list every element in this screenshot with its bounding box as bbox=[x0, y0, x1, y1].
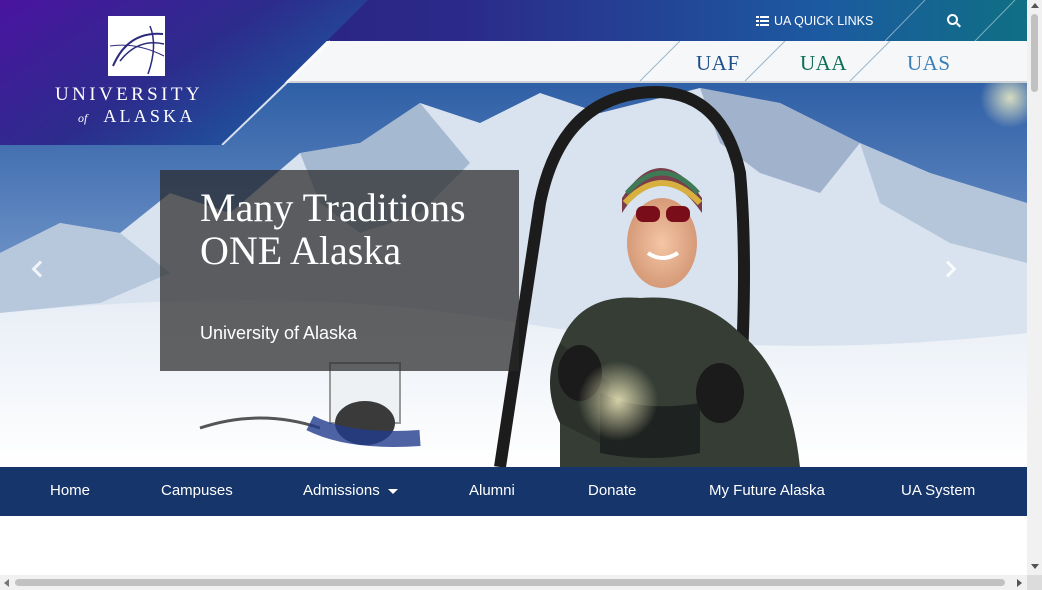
chevron-right-icon bbox=[939, 260, 957, 278]
hero-caption: Many Traditions ONE Alaska University of… bbox=[160, 170, 519, 371]
logo-of: of bbox=[78, 111, 88, 125]
nav-admissions-label: Admissions bbox=[303, 482, 380, 499]
vertical-scrollbar[interactable] bbox=[1027, 0, 1042, 575]
logo-wordmark-university: UNIVERSITY bbox=[55, 84, 203, 105]
nav-admissions[interactable]: Admissions bbox=[303, 482, 398, 499]
search-button[interactable] bbox=[940, 10, 964, 30]
nav-home[interactable]: Home bbox=[50, 482, 90, 499]
logo-wordmark-alaska: of ALASKA bbox=[78, 106, 196, 127]
horizontal-scroll-thumb[interactable] bbox=[15, 579, 1005, 586]
scroll-down-arrow-icon[interactable] bbox=[1031, 564, 1039, 569]
search-icon bbox=[947, 14, 958, 25]
scroll-left-arrow-icon[interactable] bbox=[4, 579, 9, 587]
main-navigation: Home Campuses Admissions Alumni Donate M… bbox=[0, 467, 1027, 516]
caret-down-icon bbox=[387, 488, 398, 494]
nav-alumni[interactable]: Alumni bbox=[469, 482, 515, 499]
vertical-scroll-thumb[interactable] bbox=[1031, 14, 1038, 92]
campus-link-uaf[interactable]: UAF bbox=[696, 51, 740, 76]
campus-link-uaa[interactable]: UAA bbox=[800, 51, 847, 76]
nav-donate[interactable]: Donate bbox=[588, 482, 636, 499]
page-viewport: UA QUICK LINKS UAF UAA UAS Many Traditio… bbox=[0, 0, 1027, 575]
logo-link[interactable]: UNIVERSITY of ALASKA bbox=[0, 0, 370, 145]
horizontal-scrollbar[interactable] bbox=[0, 575, 1027, 590]
quick-links-button[interactable]: UA QUICK LINKS bbox=[756, 12, 873, 30]
nav-ua-system[interactable]: UA System bbox=[901, 482, 975, 499]
scrollbar-corner bbox=[1027, 575, 1042, 590]
logo-mark-icon bbox=[108, 16, 165, 76]
campus-link-uas[interactable]: UAS bbox=[907, 51, 951, 76]
scroll-right-arrow-icon[interactable] bbox=[1017, 579, 1022, 587]
hero-subtitle: University of Alaska bbox=[200, 323, 358, 343]
logo-alaska: ALASKA bbox=[103, 106, 196, 126]
quick-links-label: UA QUICK LINKS bbox=[774, 14, 874, 28]
hero-title: Many Traditions ONE Alaska bbox=[200, 185, 466, 273]
carousel-next-button[interactable] bbox=[938, 253, 962, 287]
carousel-prev-button[interactable] bbox=[26, 253, 50, 287]
scroll-up-arrow-icon[interactable] bbox=[1031, 3, 1039, 8]
nav-my-future-alaska[interactable]: My Future Alaska bbox=[709, 482, 825, 499]
list-icon bbox=[756, 15, 769, 27]
chevron-left-icon bbox=[31, 260, 49, 278]
nav-campuses[interactable]: Campuses bbox=[161, 482, 233, 499]
